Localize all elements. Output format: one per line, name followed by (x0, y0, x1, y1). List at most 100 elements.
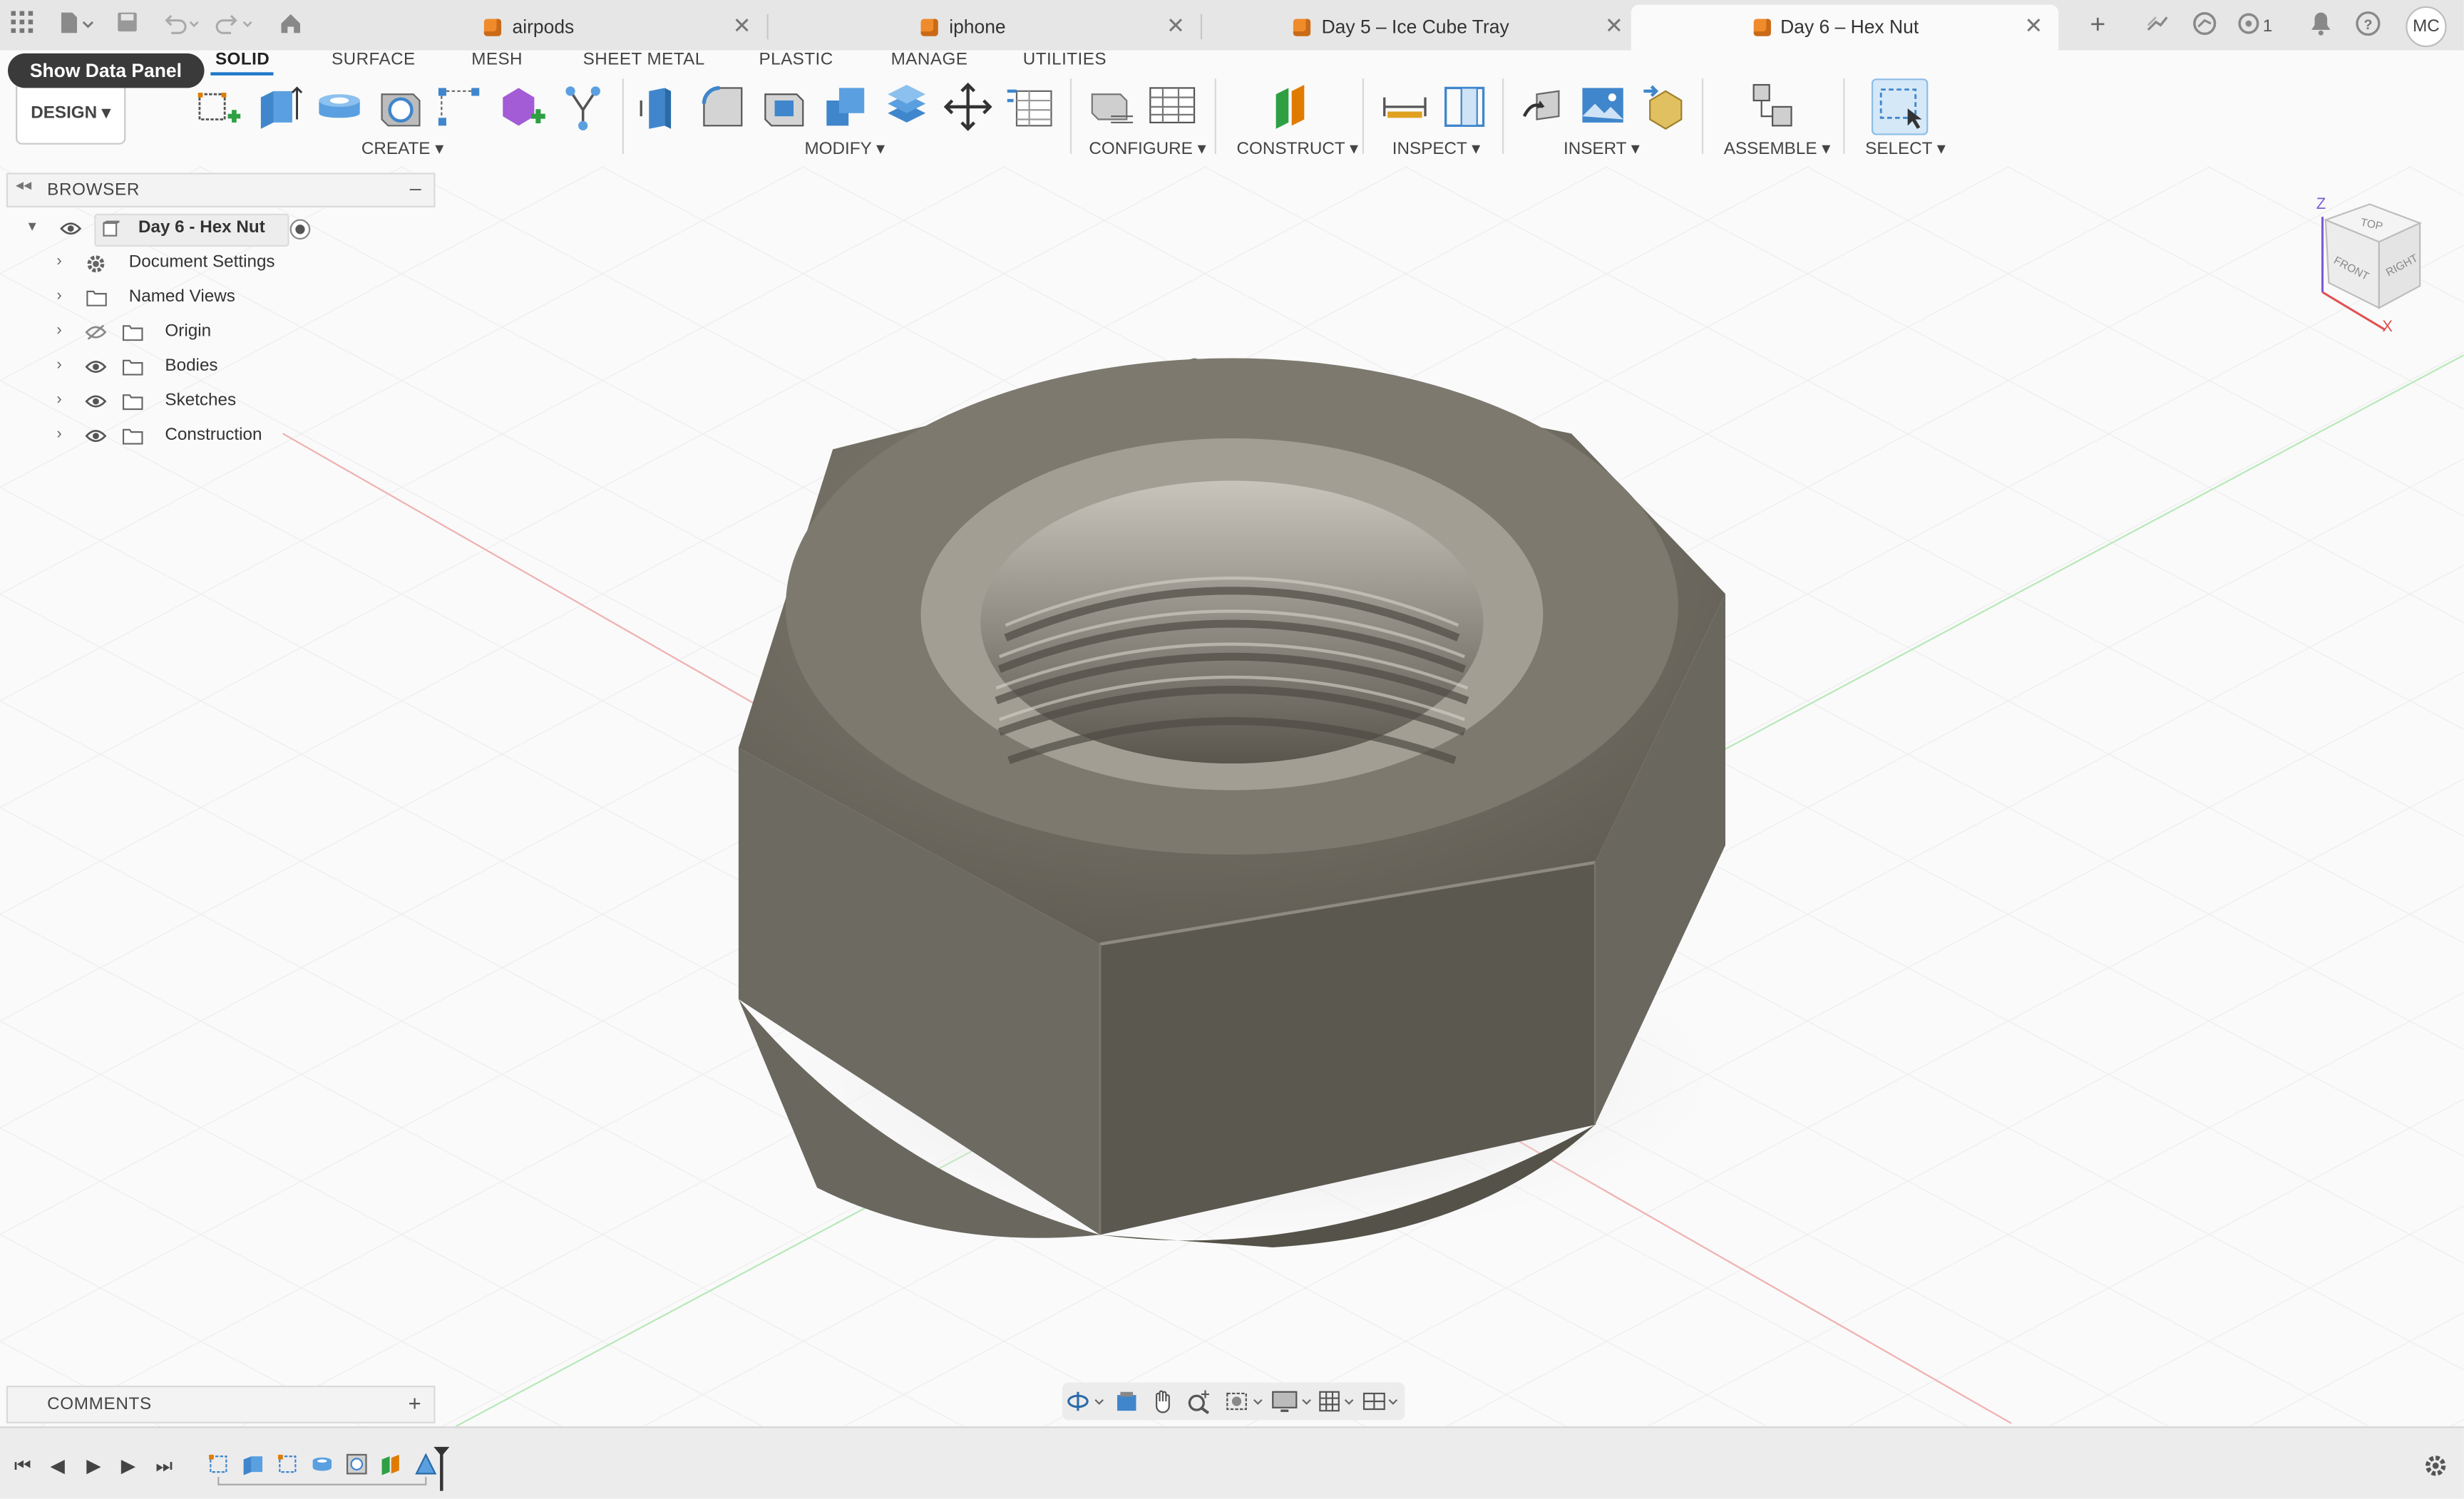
timeline-revolve-icon[interactable] (311, 1453, 333, 1475)
fillet-icon[interactable] (698, 82, 749, 133)
minimize-browser-icon[interactable]: – (410, 176, 421, 200)
hidden-eye-icon[interactable] (85, 325, 107, 340)
assemble-menu[interactable]: ASSEMBLE ▾ (1724, 138, 1831, 158)
browser-item-bodies[interactable]: › Bodies (53, 352, 242, 383)
measure-icon[interactable] (1380, 82, 1430, 133)
configure-rule-icon[interactable] (1086, 82, 1136, 133)
select-menu[interactable]: SELECT ▾ (1865, 138, 1946, 158)
workspace-tab-mesh[interactable]: MESH (471, 51, 523, 69)
timeline-plane-icon[interactable] (380, 1453, 402, 1475)
grid-settings-icon[interactable] (1317, 1389, 1357, 1413)
visibility-eye-icon[interactable] (85, 429, 107, 443)
tab-day6-hex-nut[interactable]: Day 6 – Hex Nut ✕ (1631, 4, 2059, 51)
close-tab-icon[interactable]: ✕ (2024, 13, 2043, 39)
timeline-last-icon[interactable]: ⏭ (155, 1455, 173, 1478)
tab-airpods[interactable]: airpods ✕ (483, 5, 751, 51)
create-sketch-icon[interactable] (193, 82, 244, 133)
browser-item-construction[interactable]: › Construction (53, 421, 289, 453)
look-at-icon[interactable] (1114, 1389, 1139, 1413)
undo-icon[interactable] (160, 11, 201, 39)
viewcube[interactable]: TOP FRONT RIGHT Z X (2306, 195, 2432, 336)
job-status-icon[interactable]: 1 (2237, 11, 2278, 39)
add-comment-icon[interactable]: + (409, 1391, 421, 1416)
inspect-menu[interactable]: INSPECT ▾ (1392, 138, 1481, 158)
browser-item-sketches[interactable]: › Sketches (53, 386, 242, 418)
timeline-sketch-icon[interactable] (277, 1453, 299, 1475)
derive-icon[interactable] (558, 82, 608, 133)
online-status-icon[interactable] (2190, 11, 2219, 39)
close-tab-icon[interactable]: ✕ (1166, 13, 1185, 39)
timeline-next-icon[interactable]: ▶ (121, 1455, 135, 1477)
chevron-right-icon[interactable]: › (56, 426, 61, 443)
workspace-tab-manage[interactable]: MANAGE (891, 51, 968, 69)
configuration-table-icon[interactable] (1147, 82, 1198, 133)
timeline-previous-icon[interactable]: ◀ (51, 1455, 65, 1477)
shell-icon[interactable] (759, 82, 810, 133)
insert-menu[interactable]: INSERT ▾ (1564, 138, 1640, 158)
timeline-marker[interactable] (431, 1443, 453, 1494)
browser-item-named-views[interactable]: › Named Views (53, 283, 258, 314)
viewports-icon[interactable] (1361, 1389, 1402, 1413)
workspace-tab-solid[interactable]: SOLID (215, 51, 270, 69)
section-analysis-icon[interactable] (1439, 82, 1490, 133)
display-settings-icon[interactable] (1271, 1389, 1315, 1413)
extrude-icon[interactable] (255, 82, 305, 133)
visibility-eye-icon[interactable] (85, 394, 107, 408)
insert-canvas-icon[interactable] (1578, 82, 1628, 133)
configure-menu[interactable]: CONFIGURE ▾ (1089, 138, 1206, 158)
tab-iphone[interactable]: iphone ✕ (920, 5, 1185, 51)
change-parameters-icon[interactable] (1004, 82, 1054, 133)
create-menu[interactable]: CREATE ▾ (361, 138, 443, 158)
redo-icon[interactable] (214, 11, 255, 39)
user-avatar[interactable]: MC (2406, 6, 2447, 48)
workspace-tab-surface[interactable]: SURFACE (332, 51, 416, 69)
tab-day5-ice-cube-tray[interactable]: Day 5 – Ice Cube Tray ✕ (1293, 5, 1623, 51)
new-tab-icon[interactable]: + (2084, 10, 2113, 39)
offset-face-icon[interactable] (881, 82, 932, 133)
insert-derive-icon[interactable] (1518, 82, 1569, 133)
close-tab-icon[interactable]: ✕ (733, 13, 751, 39)
modify-menu[interactable]: MODIFY ▾ (804, 138, 885, 158)
extensions-icon[interactable] (2143, 11, 2172, 39)
collapse-browser-icon[interactable]: ◂◂ (16, 177, 31, 195)
create-form-icon[interactable] (496, 82, 547, 133)
browser-root-node[interactable]: ▾ Day 6 - Hex Nut (22, 213, 321, 247)
app-grid-icon[interactable] (8, 11, 36, 39)
workspace-tab-utilities[interactable]: UTILITIES (1023, 51, 1107, 69)
move-copy-icon[interactable] (943, 82, 993, 133)
zoom-icon[interactable] (1186, 1389, 1211, 1415)
offset-plane-icon[interactable] (1266, 82, 1317, 133)
timeline-extrude-icon[interactable] (242, 1453, 264, 1475)
chevron-right-icon[interactable]: › (56, 287, 61, 304)
visibility-eye-icon[interactable] (60, 222, 82, 236)
notifications-bell-icon[interactable] (2306, 11, 2335, 39)
workspace-tab-sheet-metal[interactable]: SHEET METAL (583, 51, 705, 69)
canvas-viewport[interactable] (0, 166, 2464, 1428)
revolve-icon[interactable] (314, 82, 365, 133)
settings-gear-icon[interactable] (2423, 1453, 2448, 1478)
construct-menu[interactable]: CONSTRUCT ▾ (1237, 138, 1359, 158)
chevron-right-icon[interactable]: › (56, 356, 61, 374)
browser-item-document-settings[interactable]: › Document Settings (53, 248, 305, 279)
timeline-first-icon[interactable]: ⏮ (14, 1455, 31, 1478)
chevron-right-icon[interactable]: › (56, 253, 61, 270)
fit-window-icon[interactable] (1224, 1389, 1265, 1413)
file-menu-icon[interactable] (56, 11, 97, 39)
hex-nut-body[interactable] (738, 358, 1745, 1251)
timeline-hole-icon[interactable] (346, 1453, 368, 1475)
pattern-icon[interactable] (436, 82, 486, 133)
save-icon[interactable] (113, 11, 142, 39)
new-component-icon[interactable] (1747, 82, 1798, 133)
orbit-icon[interactable] (1065, 1389, 1106, 1413)
pan-hand-icon[interactable] (1150, 1389, 1175, 1413)
insert-mcmaster-icon[interactable] (1641, 82, 1691, 133)
browser-item-origin[interactable]: › Origin (53, 317, 242, 349)
hole-icon[interactable] (376, 82, 426, 133)
close-tab-icon[interactable]: ✕ (1605, 13, 1623, 39)
window-select-icon[interactable] (1871, 78, 1929, 135)
workspace-tab-plastic[interactable]: PLASTIC (759, 51, 833, 69)
active-component-radio-icon[interactable] (289, 218, 312, 240)
home-icon[interactable] (277, 11, 305, 39)
workspace-switcher-button[interactable]: DESIGN ▾ (16, 81, 126, 145)
press-pull-icon[interactable] (637, 82, 687, 133)
